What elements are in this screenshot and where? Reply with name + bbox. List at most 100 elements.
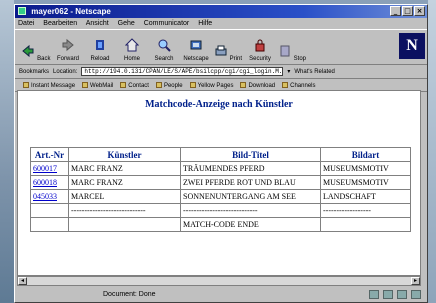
art-nr-link[interactable]: 045033 — [30, 189, 69, 204]
bookmarks-button[interactable]: Bookmarks — [19, 69, 49, 75]
print-icon — [215, 45, 227, 56]
home-button[interactable]: Home — [117, 38, 147, 64]
column-header-bildart: Bildart — [320, 147, 411, 162]
art-nr-cell — [30, 203, 69, 218]
security-button[interactable]: Security — [245, 38, 275, 64]
maximize-button[interactable]: □ — [402, 6, 413, 16]
netscape-label: Netscape — [183, 56, 209, 62]
title-cell: TRÄUMENDES PFERD — [180, 161, 321, 176]
menu-bar: Datei Bearbeiten Ansicht Gehe Communicat… — [15, 18, 427, 29]
page-content: Matchcode-Anzeige nach Künstler Art.-Nr … — [17, 90, 421, 276]
url-input[interactable]: http://194.0.131/CPAN/LE/S/APE/bsilcpp/c… — [81, 67, 284, 76]
scroll-left-icon[interactable]: ◂ — [18, 277, 27, 285]
search-button[interactable]: Search — [149, 38, 179, 64]
netscape-icon — [190, 40, 202, 50]
separator-cell: ---------------------------- — [180, 203, 321, 218]
print-button[interactable]: Print — [213, 44, 243, 64]
horizontal-scrollbar[interactable]: ◂ ▸ — [17, 276, 421, 286]
art-nr-link[interactable]: 600018 — [30, 175, 69, 190]
table-row: MATCH-CODE ENDE — [30, 217, 411, 232]
type-cell: MUSEUMSMOTIV — [320, 175, 411, 190]
back-label: Back — [37, 56, 51, 62]
home-label: Home — [123, 56, 140, 62]
separator-cell: ---------------------------- — [68, 203, 181, 218]
type-cell: LANDSCHAFT — [320, 189, 411, 204]
link-channels[interactable]: Channels — [282, 82, 315, 89]
column-header-bild-titel: Bild-Titel — [180, 147, 321, 162]
location-bar: Bookmarks Location: http://194.0.131/CPA… — [15, 65, 427, 79]
table-row: 045033 MARCEL SONNENUNTERGANG AM SEE LAN… — [30, 189, 411, 204]
home-icon — [124, 38, 140, 52]
component-bar-navigator-icon[interactable] — [369, 290, 379, 299]
link-instant-message[interactable]: Instant Message — [23, 82, 75, 89]
reload-button[interactable]: Reload — [85, 38, 115, 64]
table-row: 600017 MARC FRANZ TRÄUMENDES PFERD MUSEU… — [30, 161, 411, 176]
results-table: Art.-Nr Künstler Bild-Titel Bildart 6000… — [30, 147, 411, 232]
forward-button[interactable]: Forward — [53, 38, 83, 64]
menu-datei[interactable]: Datei — [18, 20, 34, 27]
browser-window: mayer062 - Netscape _ □ × Datei Bearbeit… — [14, 4, 428, 303]
security-icon — [255, 39, 265, 52]
component-bar-discussions-icon[interactable] — [397, 290, 407, 299]
menu-hilfe[interactable]: Hilfe — [198, 20, 212, 27]
title-cell: ZWEI PFERDE ROT UND BLAU — [180, 175, 321, 190]
stop-label: Stop — [293, 56, 306, 62]
search-label: Search — [154, 56, 174, 62]
link-contact[interactable]: Contact — [120, 82, 149, 89]
page-title: Matchcode-Anzeige nach Künstler — [145, 99, 293, 110]
type-cell — [320, 217, 411, 232]
column-header-kuenstler: Künstler — [68, 147, 181, 162]
forward-label: Forward — [56, 56, 79, 62]
table-row: 600018 MARC FRANZ ZWEI PFERDE ROT UND BL… — [30, 175, 411, 190]
search-icon — [158, 39, 171, 52]
scroll-right-icon[interactable]: ▸ — [411, 277, 420, 285]
status-text: Document: Done — [103, 291, 156, 298]
navigation-toolbar: Back Forward Reload Home Search Netscape… — [15, 29, 427, 65]
column-header-art-nr: Art.-Nr — [30, 147, 69, 162]
artist-cell — [68, 217, 181, 232]
print-label: Print — [229, 56, 242, 62]
separator-cell: ------------------ — [320, 203, 411, 218]
table-header-row: Art.-Nr Künstler Bild-Titel Bildart — [30, 147, 411, 162]
link-yellow-pages[interactable]: Yellow Pages — [190, 82, 234, 89]
url-dropdown-icon[interactable]: ▾ — [287, 68, 290, 75]
desktop-background-right — [428, 0, 436, 303]
link-webmail[interactable]: WebMail — [82, 82, 113, 89]
artist-cell: MARC FRANZ — [68, 161, 181, 176]
menu-bearbeiten[interactable]: Bearbeiten — [43, 20, 77, 27]
reload-icon — [96, 40, 104, 50]
art-nr-link[interactable]: 600017 — [30, 161, 69, 176]
whats-related-button[interactable]: What's Related — [294, 69, 335, 75]
minimize-button[interactable]: _ — [390, 6, 401, 16]
menu-gehe[interactable]: Gehe — [118, 20, 135, 27]
back-arrow-icon — [22, 44, 34, 58]
netscape-logo: N — [399, 33, 425, 59]
title-cell: SONNENUNTERGANG AM SEE — [180, 189, 321, 204]
location-label: Location: — [53, 68, 78, 75]
title-bar: mayer062 - Netscape _ □ × — [15, 5, 427, 18]
security-label: Security — [249, 56, 271, 62]
end-marker-cell: MATCH-CODE ENDE — [180, 217, 321, 232]
menu-communicator[interactable]: Communicator — [144, 20, 190, 27]
close-button[interactable]: × — [414, 6, 425, 16]
component-bar-composer-icon[interactable] — [411, 290, 421, 299]
component-bar-mail-icon[interactable] — [383, 290, 393, 299]
forward-arrow-icon — [62, 38, 74, 52]
artist-cell: MARCEL — [68, 189, 181, 204]
menu-ansicht[interactable]: Ansicht — [86, 20, 109, 27]
stop-button[interactable]: Stop — [277, 44, 307, 64]
back-button[interactable]: Back — [21, 44, 51, 64]
link-download[interactable]: Download — [240, 82, 275, 89]
artist-cell: MARC FRANZ — [68, 175, 181, 190]
stop-icon — [280, 45, 290, 57]
window-title: mayer062 - Netscape — [31, 7, 111, 16]
art-nr-cell — [30, 217, 69, 232]
netscape-window-icon — [18, 7, 26, 15]
type-cell: MUSEUMSMOTIV — [320, 161, 411, 176]
desktop-background-left — [0, 0, 14, 303]
link-people[interactable]: People — [156, 82, 183, 89]
table-row: ---------------------------- -----------… — [30, 203, 411, 218]
status-bar: Document: Done — [15, 288, 427, 302]
netscape-button[interactable]: Netscape — [181, 38, 211, 64]
reload-label: Reload — [90, 56, 110, 62]
